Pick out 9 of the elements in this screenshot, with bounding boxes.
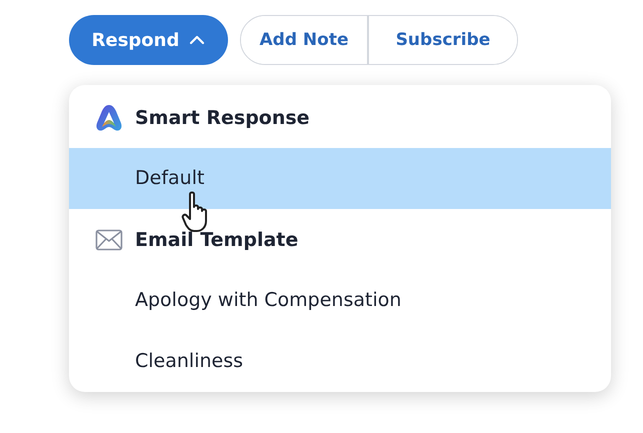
respond-button[interactable]: Respond xyxy=(69,15,228,65)
chevron-icon xyxy=(189,35,206,45)
envelope-icon xyxy=(93,228,125,250)
menu-item[interactable]: Apology with Compensation xyxy=(69,270,611,331)
menu-item[interactable]: Default xyxy=(69,148,611,209)
menu-item[interactable]: Cleanliness xyxy=(69,331,611,392)
action-button[interactable]: Add Note xyxy=(241,16,369,64)
section-heading: Smart Response xyxy=(135,106,310,128)
section-heading: Email Template xyxy=(135,228,298,250)
